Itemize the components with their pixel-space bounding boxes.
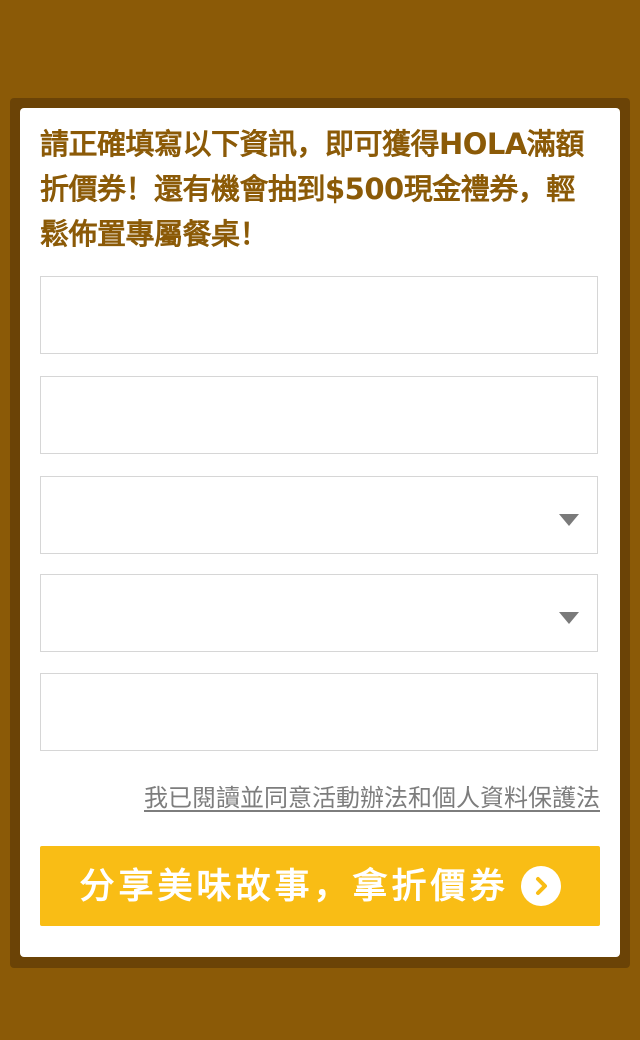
form-intro-text: 請正確填寫以下資訊，即可獲得HOLA滿額折價券！還有機會抽到$500現金禮券，輕… (40, 127, 584, 251)
submit-button[interactable]: 分享美味故事，拿折價券 (40, 846, 600, 926)
form-card: 請正確填寫以下資訊，即可獲得HOLA滿額折價券！還有機會抽到$500現金禮券，輕… (20, 108, 620, 957)
submit-button-label: 分享美味故事，拿折價券 (79, 866, 509, 906)
chevron-down-icon (559, 612, 579, 624)
text-field-1[interactable] (40, 276, 598, 354)
chevron-right-circle-icon (520, 866, 561, 906)
text-field-2[interactable] (40, 376, 598, 454)
select-field-2[interactable] (40, 574, 598, 652)
chevron-down-icon (559, 514, 579, 526)
text-field-3[interactable] (40, 673, 598, 751)
terms-agreement-link[interactable]: 我已閱讀並同意活動辦法和個人資料保護法 (144, 778, 600, 813)
select-field-1[interactable] (40, 476, 598, 554)
